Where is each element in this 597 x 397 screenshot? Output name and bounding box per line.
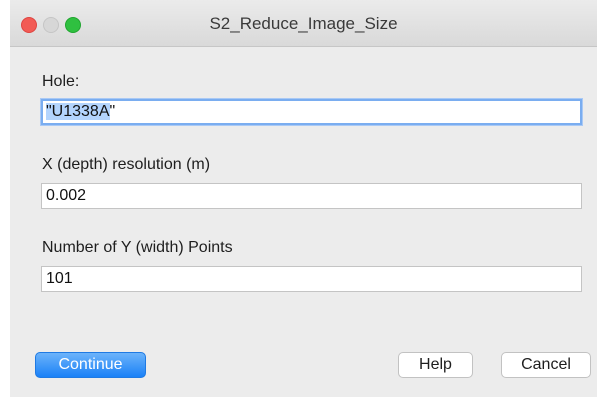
dialog-window: S2_Reduce_Image_Size Hole: "U1338A" X (d… [10, 0, 597, 397]
window-title: S2_Reduce_Image_Size [209, 14, 398, 33]
y-points-input[interactable]: 101 [41, 266, 582, 292]
y-points-label: Number of Y (width) Points [42, 239, 233, 256]
x-resolution-input[interactable]: 0.002 [41, 183, 582, 209]
hole-input[interactable]: "U1338A" [41, 99, 582, 125]
hole-input-text: " [109, 103, 116, 120]
continue-button[interactable]: Continue [35, 352, 146, 378]
x-resolution-label: X (depth) resolution (m) [42, 156, 211, 173]
help-button[interactable]: Help [398, 352, 473, 378]
hole-label: Hole: [42, 73, 80, 90]
hole-input-selected-text: "U1338A [46, 103, 110, 120]
cancel-button[interactable]: Cancel [501, 352, 591, 378]
title-bar: S2_Reduce_Image_Size [10, 0, 597, 47]
